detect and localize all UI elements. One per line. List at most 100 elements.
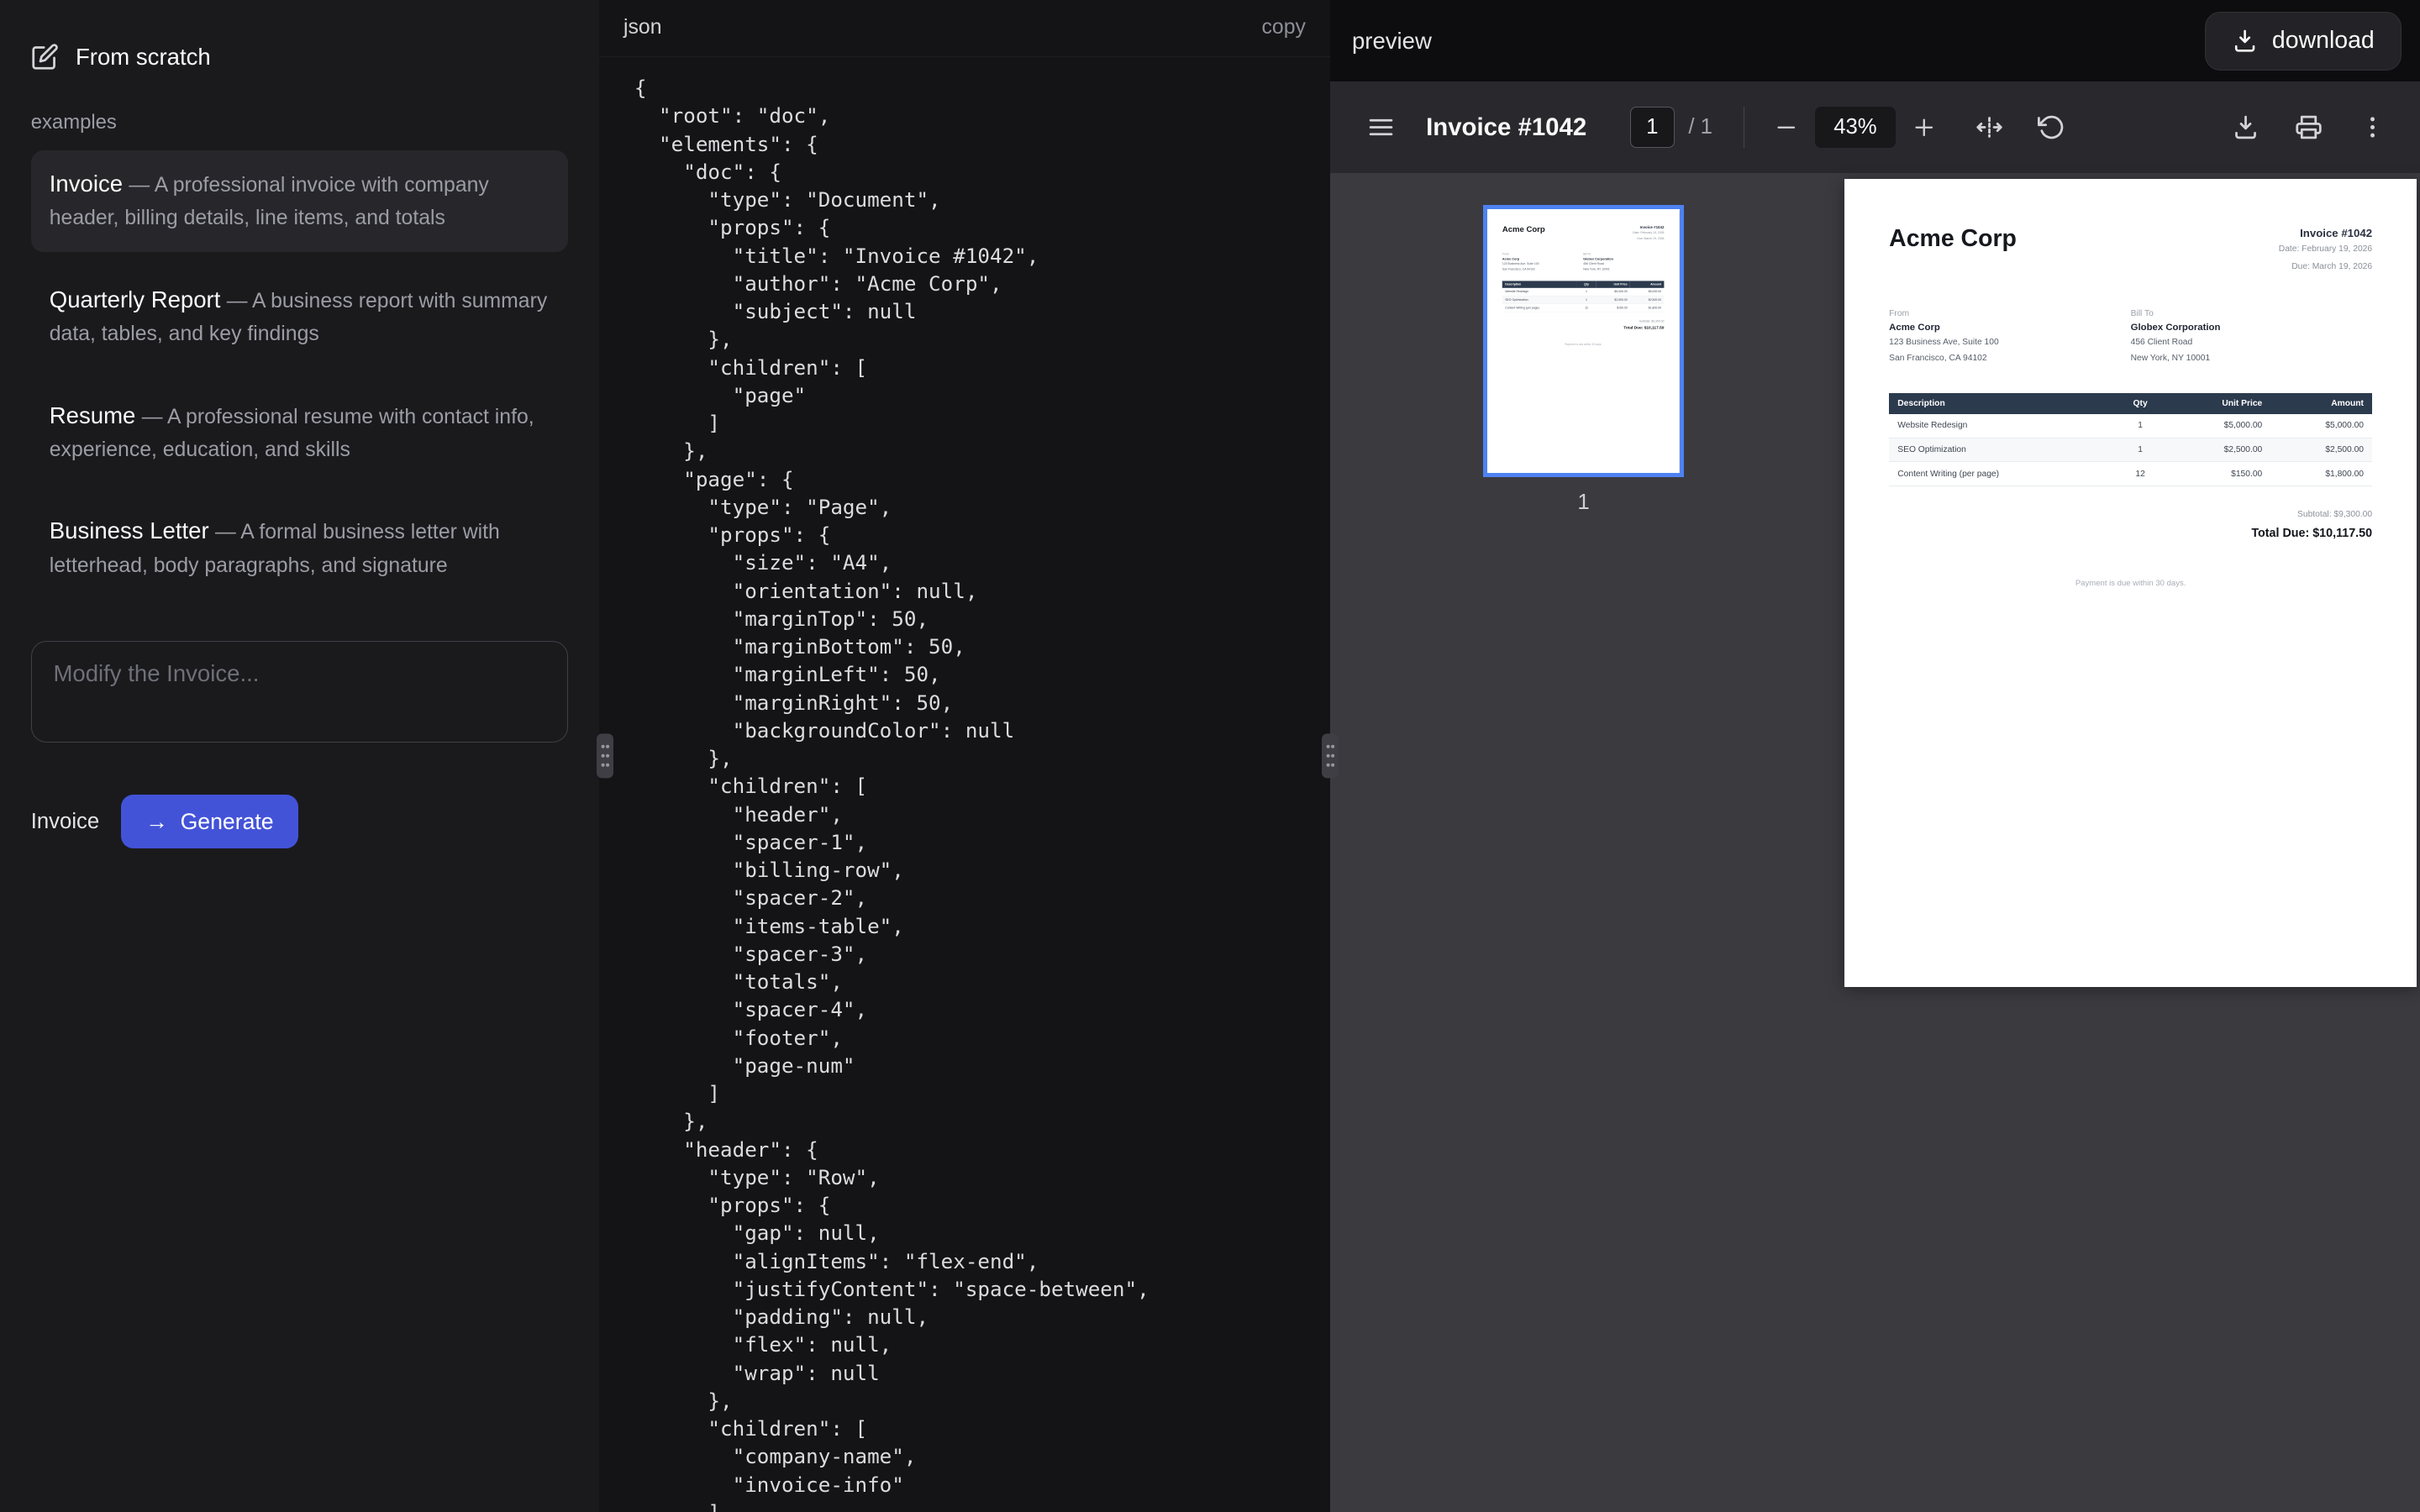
from-scratch-button[interactable]: From scratch bbox=[31, 43, 568, 71]
invoice-due-date: Due: March 19, 2026 bbox=[1633, 237, 1664, 241]
bill-to-address-2: New York, NY 10001 bbox=[1583, 268, 1664, 272]
generate-button[interactable]: → Generate bbox=[121, 795, 298, 848]
sidebar-toggle-button[interactable] bbox=[1367, 113, 1395, 141]
download-button-label: download bbox=[2272, 27, 2375, 55]
invoice-page: Acme Corp Invoice #1042 Date: February 1… bbox=[1844, 179, 2417, 987]
kebab-menu-icon bbox=[2359, 113, 2386, 141]
invoice-number: Invoice #1042 bbox=[2279, 227, 2372, 239]
pdf-content-area: Acme Corp Invoice #1042 Date: February 1… bbox=[1330, 173, 2420, 1512]
from-address-2: San Francisco, CA 94102 bbox=[1889, 353, 2130, 365]
printer-icon bbox=[2295, 113, 2323, 141]
hamburger-menu-icon bbox=[1367, 113, 1395, 141]
copy-button[interactable]: copy bbox=[1262, 16, 1306, 39]
col-unit-price: Unit Price bbox=[2170, 393, 2271, 414]
page-number-input[interactable] bbox=[1630, 107, 1675, 149]
table-row: SEO Optimization 1 $2,500.00 $2,500.00 bbox=[1889, 438, 2372, 462]
download-button[interactable]: download bbox=[2205, 12, 2402, 71]
zoom-level-value[interactable]: 43% bbox=[1815, 107, 1896, 149]
col-description: Description bbox=[1889, 393, 2111, 414]
invoice-footer-note: Payment is due within 30 days. bbox=[1502, 344, 1665, 347]
table-row: Website Redesign 1 $5,000.00 $5,000.00 bbox=[1502, 288, 1665, 297]
download-icon bbox=[2232, 113, 2260, 141]
fit-width-icon bbox=[1975, 113, 2003, 141]
table-row: Website Redesign 1 $5,000.00 $5,000.00 bbox=[1889, 414, 2372, 438]
bill-to-address-2: New York, NY 10001 bbox=[2131, 353, 2372, 365]
invoice-footer-note: Payment is due within 30 days. bbox=[1889, 579, 2372, 588]
invoice-subtotal: Subtotal: $9,300.00 bbox=[1502, 320, 1665, 323]
from-scratch-label: From scratch bbox=[76, 44, 211, 71]
modify-prompt-input[interactable] bbox=[31, 641, 568, 743]
invoice-company-name: Acme Corp bbox=[1502, 225, 1545, 234]
json-code[interactable]: { "root": "doc", "elements": { "doc": { … bbox=[599, 57, 1331, 1512]
zoom-in-button[interactable] bbox=[1912, 116, 1936, 139]
example-name: Invoice bbox=[50, 171, 123, 197]
minus-icon bbox=[1775, 116, 1798, 139]
invoice-total-due: Total Due: $10,117.50 bbox=[1502, 326, 1665, 330]
pdf-toolbar: Invoice #1042 / 1 43% bbox=[1330, 81, 2420, 172]
example-resume[interactable]: Resume— A professional resume with conta… bbox=[31, 381, 568, 483]
bill-to-name: Globex Corporation bbox=[1583, 258, 1664, 261]
example-business-letter[interactable]: Business Letter— A formal business lette… bbox=[31, 497, 568, 599]
examples-list: Invoice— A professional invoice with com… bbox=[31, 150, 568, 600]
panel-resize-handle-right[interactable] bbox=[1322, 733, 1339, 778]
invoice-number: Invoice #1042 bbox=[1633, 225, 1664, 229]
more-options-button[interactable] bbox=[2359, 113, 2386, 141]
sidebar: From scratch examples Invoice— A profess… bbox=[0, 0, 599, 1512]
example-quarterly-report[interactable]: Quarterly Report— A business report with… bbox=[31, 265, 568, 367]
table-row: SEO Optimization 1 $2,500.00 $2,500.00 bbox=[1502, 296, 1665, 304]
invoice-date: Date: February 19, 2026 bbox=[1633, 231, 1664, 235]
generate-button-label: Generate bbox=[181, 809, 274, 835]
from-name: Acme Corp bbox=[1502, 258, 1583, 261]
grip-dots-icon bbox=[1324, 741, 1337, 772]
plus-icon bbox=[1912, 116, 1936, 139]
print-button[interactable] bbox=[2295, 113, 2323, 141]
document-title: Invoice #1042 bbox=[1426, 113, 1586, 142]
rotate-ccw-icon bbox=[2038, 113, 2065, 141]
action-row: Invoice → Generate bbox=[31, 795, 568, 848]
page-thumbnail[interactable]: Acme Corp Invoice #1042 Date: February 1… bbox=[1483, 205, 1684, 476]
from-address-1: 123 Business Ave, Suite 100 bbox=[1502, 262, 1583, 266]
thumbnail-page-number: 1 bbox=[1577, 491, 1589, 515]
from-label: From bbox=[1889, 309, 2130, 318]
example-invoice[interactable]: Invoice— A professional invoice with com… bbox=[31, 150, 568, 252]
app: From scratch examples Invoice— A profess… bbox=[0, 0, 2420, 1512]
json-editor-panel: json copy { "root": "doc", "elements": {… bbox=[599, 0, 1331, 1512]
invoice-total-due: Total Due: $10,117.50 bbox=[1889, 527, 2372, 540]
col-description: Description bbox=[1502, 281, 1577, 288]
thumbnail-scale-wrapper: Acme Corp Invoice #1042 Date: February 1… bbox=[1487, 209, 1552, 476]
panel-resize-handle-left[interactable] bbox=[597, 733, 613, 778]
col-amount: Amount bbox=[2270, 393, 2372, 414]
arrow-right-icon: → bbox=[145, 811, 168, 833]
bill-to-label: Bill To bbox=[2131, 309, 2372, 318]
invoice-items-table: Description Qty Unit Price Amount Websit… bbox=[1502, 281, 1665, 312]
preview-panel-label: preview bbox=[1352, 28, 1432, 55]
toolbar-right-group bbox=[2232, 113, 2386, 141]
editor-header: json copy bbox=[599, 0, 1331, 57]
download-icon bbox=[2232, 28, 2258, 54]
thumbnail-rail: Acme Corp Invoice #1042 Date: February 1… bbox=[1330, 173, 1836, 1512]
invoice-items-table: Description Qty Unit Price Amount Websit… bbox=[1889, 393, 2372, 487]
bill-to-address-1: 456 Client Road bbox=[1583, 262, 1664, 266]
from-address-2: San Francisco, CA 94102 bbox=[1502, 268, 1583, 272]
col-qty: Qty bbox=[1577, 281, 1597, 288]
rotate-button[interactable] bbox=[2038, 113, 2065, 141]
toolbar-download-button[interactable] bbox=[2232, 113, 2260, 141]
example-name: Resume bbox=[50, 402, 136, 428]
invoice-due-date: Due: March 19, 2026 bbox=[2279, 261, 2372, 274]
bill-to-label: Bill To bbox=[1583, 253, 1664, 256]
preview-panel: preview download Invoice #1042 / 1 bbox=[1330, 0, 2420, 1512]
from-address-1: 123 Business Ave, Suite 100 bbox=[1889, 337, 2130, 349]
from-name: Acme Corp bbox=[1889, 323, 2130, 333]
examples-label: examples bbox=[31, 111, 568, 134]
bill-to-name: Globex Corporation bbox=[2131, 323, 2372, 333]
invoice-date: Date: February 19, 2026 bbox=[2279, 244, 2372, 256]
fit-width-button[interactable] bbox=[1975, 113, 2003, 141]
table-row: Content Writing (per page) 12 $150.00 $1… bbox=[1502, 304, 1665, 312]
example-name: Business Letter bbox=[50, 517, 209, 543]
invoice-company-name: Acme Corp bbox=[1889, 225, 2017, 253]
col-amount: Amount bbox=[1630, 281, 1664, 288]
edit-pencil-icon bbox=[31, 43, 59, 71]
zoom-out-button[interactable] bbox=[1775, 116, 1798, 139]
document-area: Acme Corp Invoice #1042 Date: February 1… bbox=[1837, 173, 2420, 1512]
page-count-label: / 1 bbox=[1688, 115, 1712, 139]
